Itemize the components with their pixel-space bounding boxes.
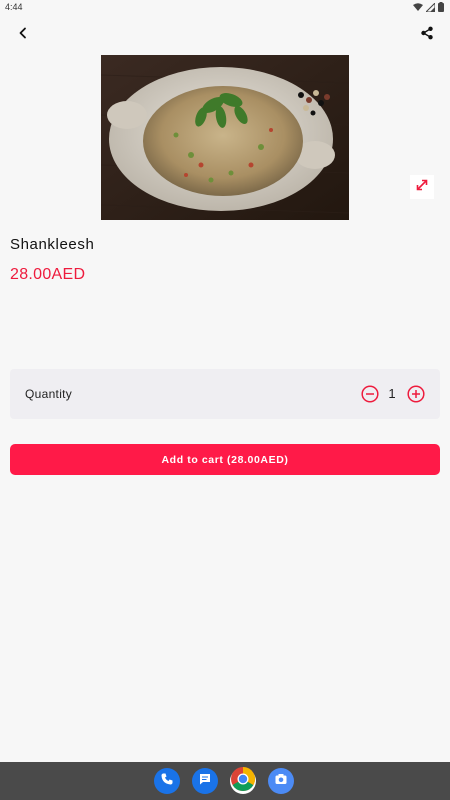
expand-image-button[interactable] — [410, 175, 434, 199]
system-nav-bar — [0, 762, 450, 800]
product-price: 28.00AED — [10, 266, 86, 283]
status-bar: 4:44 — [0, 0, 450, 14]
plus-circle-icon — [407, 385, 425, 407]
add-to-cart-button[interactable]: Add to cart (28.00AED) — [10, 444, 440, 475]
app-dock — [154, 766, 294, 797]
back-button[interactable] — [12, 24, 34, 46]
quantity-label: Quantity — [25, 387, 73, 401]
status-icons — [413, 1, 444, 14]
chrome-app[interactable] — [230, 766, 256, 797]
messages-app[interactable] — [192, 768, 218, 794]
expand-icon — [415, 178, 429, 197]
back-arrow-icon — [17, 26, 29, 44]
quantity-value: 1 — [388, 386, 396, 401]
product-name: Shankleesh — [10, 236, 95, 253]
share-icon — [420, 26, 434, 45]
share-button[interactable] — [416, 24, 438, 46]
phone-icon — [160, 772, 174, 791]
camera-app[interactable] — [268, 768, 294, 794]
status-time: 4:44 — [5, 2, 23, 12]
increase-quantity-button[interactable] — [407, 385, 425, 403]
chrome-icon — [230, 766, 256, 797]
minus-circle-icon — [361, 385, 379, 407]
product-image[interactable] — [101, 55, 349, 220]
phone-app[interactable] — [154, 768, 180, 794]
quantity-card: Quantity 1 — [10, 369, 440, 419]
battery-icon — [438, 2, 444, 14]
messages-icon — [198, 772, 212, 791]
decrease-quantity-button[interactable] — [361, 385, 379, 403]
wifi-icon — [413, 2, 423, 14]
signal-icon — [424, 1, 436, 14]
camera-icon — [274, 772, 288, 791]
app-bar — [0, 14, 450, 54]
